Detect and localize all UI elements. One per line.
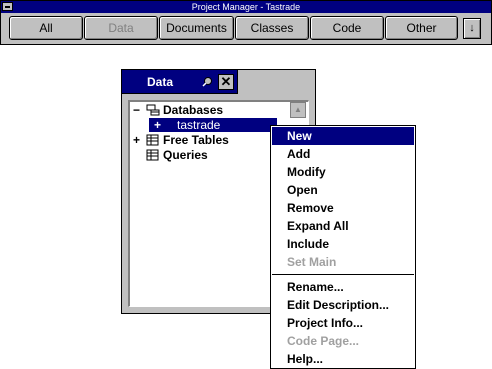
title-bar[interactable]: Project Manager - Tastrade — [1, 1, 491, 13]
pushpin-icon[interactable] — [202, 76, 213, 87]
expand-button[interactable]: ↓ — [463, 18, 481, 39]
close-button[interactable]: ✕ — [218, 74, 234, 90]
tree-item-queries[interactable]: Queries — [163, 148, 208, 162]
tab-documents[interactable]: Documents — [159, 16, 234, 40]
data-panel-title: Data — [147, 75, 174, 89]
collapse-toggle[interactable]: − — [133, 103, 142, 117]
menu-item-expand-all[interactable]: Expand All — [272, 217, 414, 235]
menu-item-project-info[interactable]: Project Info... — [272, 314, 414, 332]
menu-item-add[interactable]: Add — [272, 145, 414, 163]
tab-all[interactable]: All — [9, 16, 83, 40]
menu-item-modify[interactable]: Modify — [272, 163, 414, 181]
menu-item-code-page: Code Page... — [287, 334, 360, 348]
menu-item-edit-description[interactable]: Edit Description... — [272, 296, 414, 314]
menu-item-help[interactable]: Help... — [272, 350, 414, 368]
expand-toggle[interactable]: + — [133, 133, 142, 147]
scroll-up-icon[interactable]: ▲ — [290, 102, 306, 118]
menu-item-new[interactable]: New — [272, 127, 414, 145]
databases-icon — [146, 104, 160, 116]
menu-separator — [272, 274, 414, 275]
menu-item-rename[interactable]: Rename... — [272, 278, 414, 296]
tab-classes[interactable]: Classes — [235, 16, 309, 40]
menu-item-open[interactable]: Open — [272, 181, 414, 199]
menu-item-include[interactable]: Include — [272, 235, 414, 253]
tree-item-label: tastrade — [177, 118, 221, 132]
tab-other[interactable]: Other — [385, 16, 458, 40]
expand-toggle[interactable]: + — [154, 118, 161, 132]
data-panel-header[interactable]: Data ✕ — [121, 69, 238, 94]
menu-item-remove[interactable]: Remove — [272, 199, 414, 217]
tree-item-tastrade[interactable]: + tastrade — [149, 118, 277, 132]
tree-item-free-tables[interactable]: Free Tables — [163, 133, 229, 147]
menu-item-set-main: Set Main — [287, 255, 337, 269]
table-icon — [146, 134, 159, 146]
query-icon — [146, 149, 159, 161]
tab-code[interactable]: Code — [310, 16, 384, 40]
tab-data[interactable]: Data — [84, 16, 158, 40]
tree-item-databases[interactable]: Databases — [163, 103, 223, 117]
project-manager-window: Project Manager - Tastrade All Data Docu… — [0, 0, 492, 45]
window-title: Project Manager - Tastrade — [191, 2, 301, 12]
context-menu: New Add Modify Open Remove Expand All In… — [270, 125, 416, 369]
